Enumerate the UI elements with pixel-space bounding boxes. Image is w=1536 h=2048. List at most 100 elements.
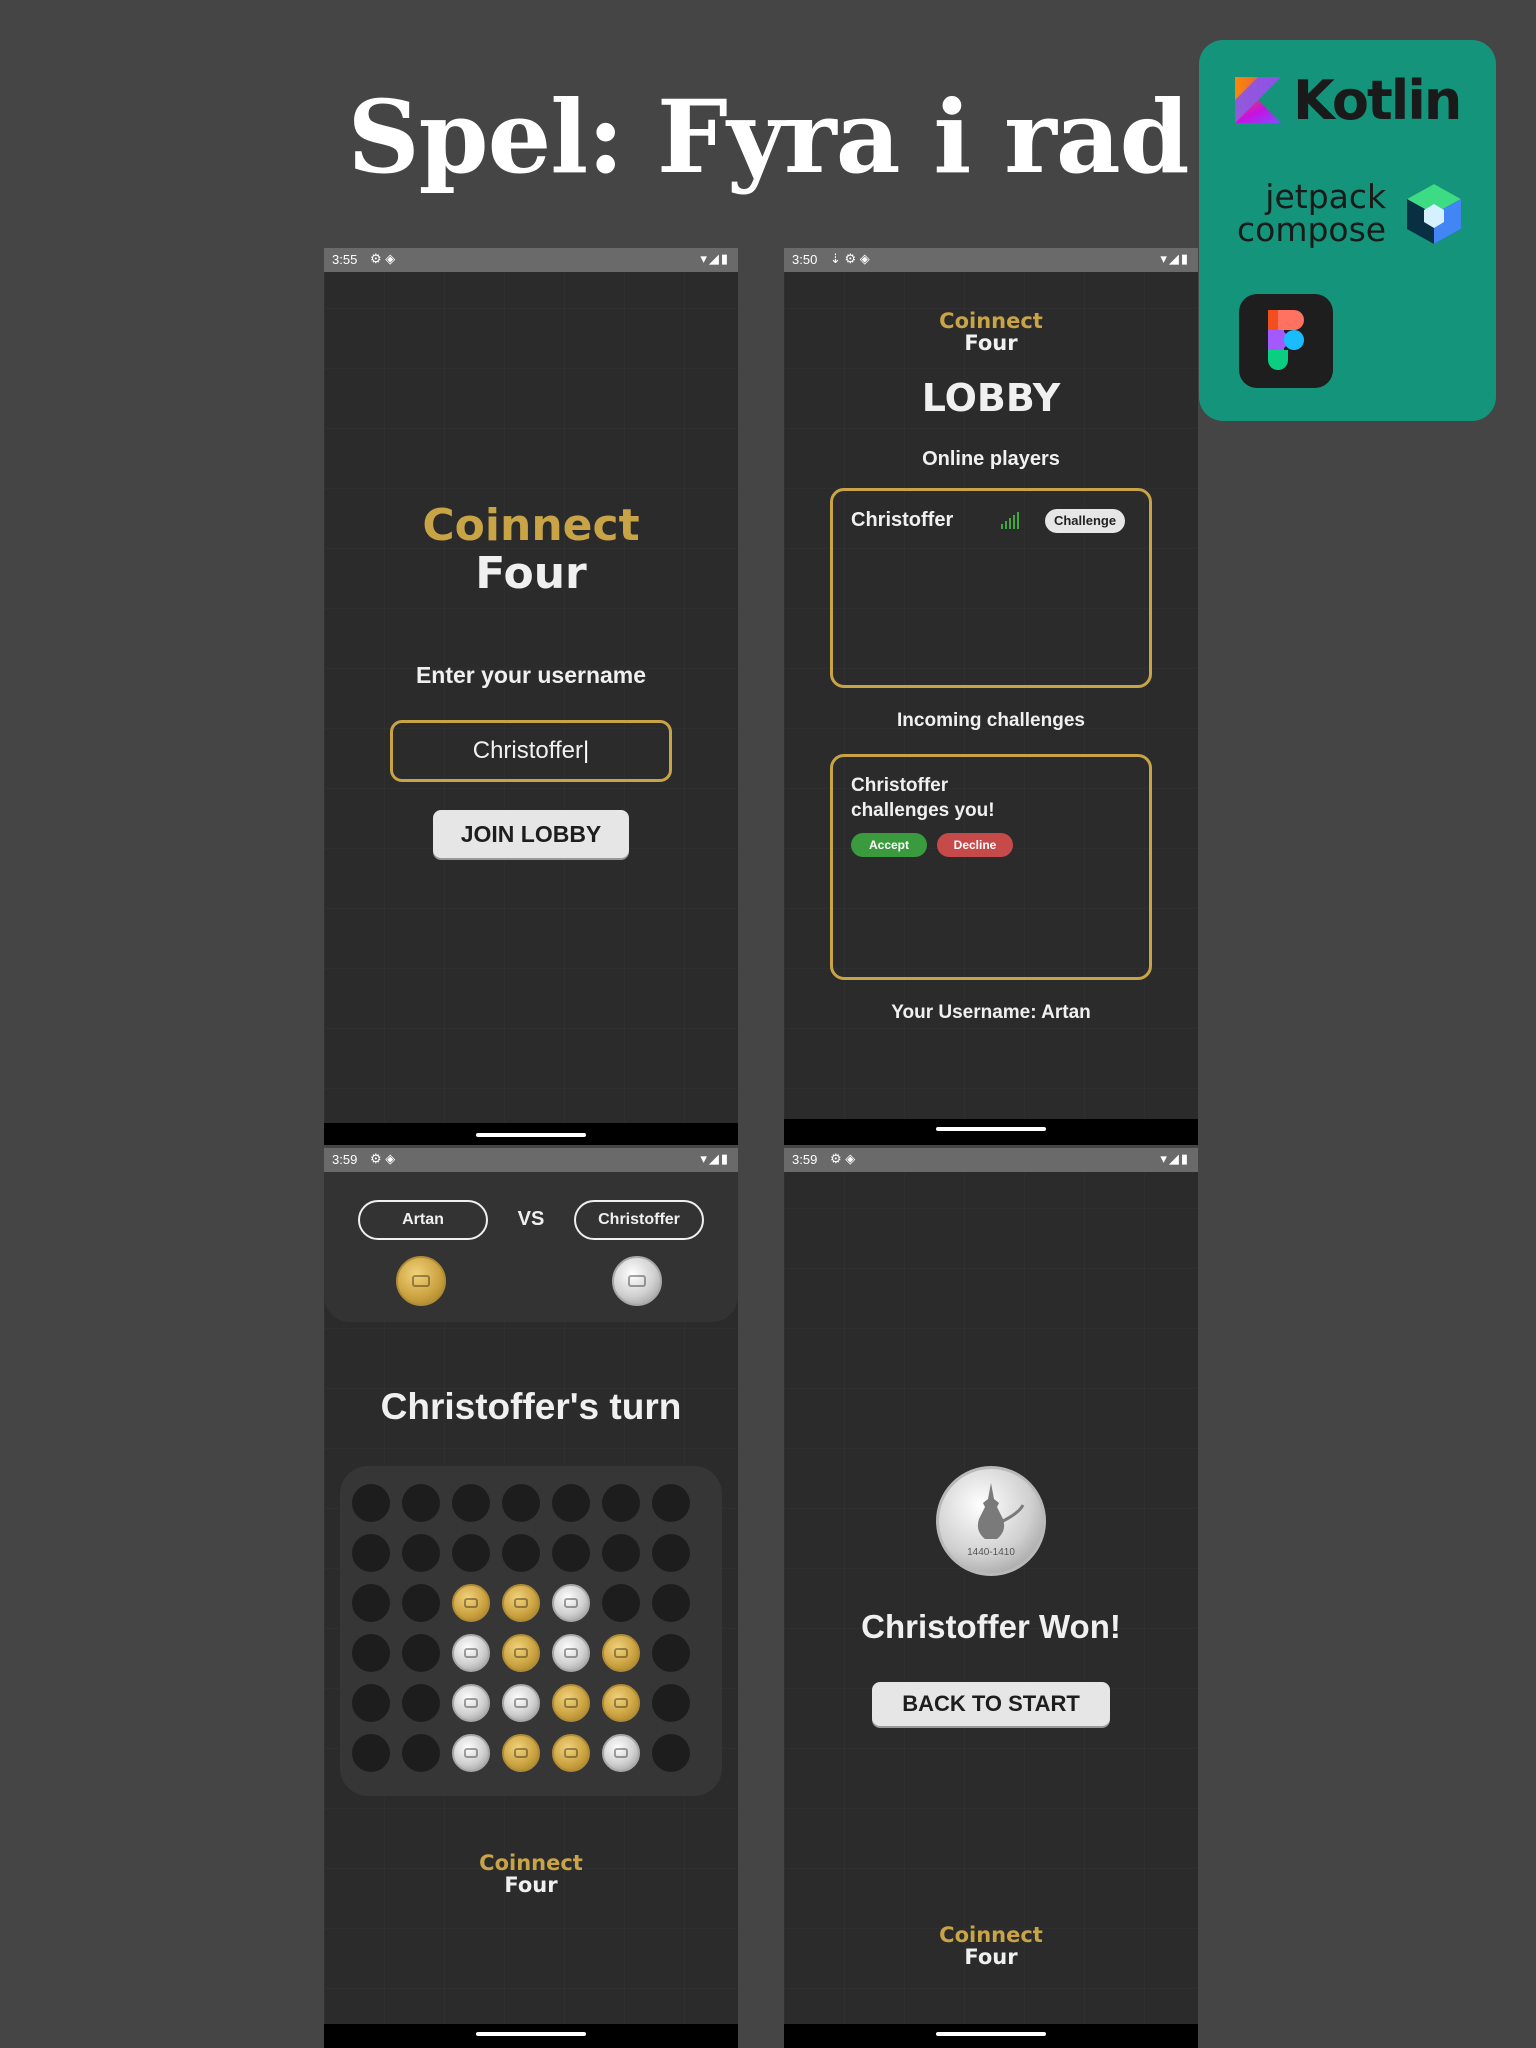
board-slot[interactable]: [652, 1684, 690, 1722]
online-player-name: Christoffer: [851, 509, 954, 531]
online-players-heading: Online players: [922, 448, 1060, 470]
board-slot[interactable]: [352, 1634, 390, 1672]
player1-name: Artan: [358, 1200, 488, 1240]
board-slot[interactable]: [502, 1534, 540, 1572]
silver-coin-icon[interactable]: [552, 1584, 590, 1622]
board-slot[interactable]: [602, 1584, 640, 1622]
logo-line1: Coinnect: [939, 309, 1043, 333]
incoming-challenges-heading: Incoming challenges: [897, 710, 1085, 731]
gold-coin-icon[interactable]: [602, 1634, 640, 1672]
coin-emblem: [464, 1598, 478, 1608]
coin-emblem: [514, 1598, 528, 1608]
board-slot[interactable]: [602, 1484, 640, 1522]
game-board: [340, 1466, 722, 1796]
board-slot[interactable]: [452, 1534, 490, 1572]
coin-emblem: [464, 1748, 478, 1758]
username-input[interactable]: Christoffer |: [390, 720, 672, 782]
board-slot[interactable]: [652, 1734, 690, 1772]
challenge-button[interactable]: Challenge: [1045, 509, 1125, 533]
app-logo: Coinnect Four: [324, 1852, 738, 1896]
coin-inscription: 1440-1410: [967, 1547, 1015, 1558]
coin-emblem: [412, 1275, 430, 1287]
board-slot[interactable]: [352, 1684, 390, 1722]
username-value: Christoffer: [472, 737, 584, 764]
home-indicator[interactable]: [476, 1133, 586, 1137]
board-slot[interactable]: [402, 1534, 440, 1572]
board-slot[interactable]: [452, 1484, 490, 1522]
coin-emblem: [564, 1598, 578, 1608]
board-slot[interactable]: [352, 1584, 390, 1622]
app-logo: Coinnect Four: [784, 310, 1198, 354]
join-lobby-button[interactable]: JOIN LOBBY: [433, 810, 629, 858]
board-slot[interactable]: [402, 1484, 440, 1522]
gold-coin-icon[interactable]: [552, 1734, 590, 1772]
home-indicator[interactable]: [476, 2032, 586, 2036]
player2-coin-icon: [612, 1256, 662, 1306]
username-prompt: Enter your username: [415, 662, 647, 688]
lobby-screen: 3:50 ⇣ ⚙ ◈ ▾◢▮ Coinnect Four LOBBY Onlin…: [784, 248, 1198, 1145]
board-slot[interactable]: [402, 1684, 440, 1722]
app-logo: Coinnect Four: [324, 502, 738, 598]
board-slot[interactable]: [552, 1534, 590, 1572]
settings-icon: ⚙ ◈: [830, 1151, 856, 1166]
board-slot[interactable]: [652, 1584, 690, 1622]
challenge-message: Christoffer challenges you!: [851, 773, 995, 823]
board-slot[interactable]: [652, 1484, 690, 1522]
incoming-challenges-list: Christoffer challenges you! Accept Decli…: [830, 754, 1152, 980]
board-slot[interactable]: [352, 1734, 390, 1772]
status-bar: 3:55 ⚙ ◈ ▾◢▮: [324, 248, 738, 272]
logo-line2: Four: [964, 331, 1018, 355]
board-slot[interactable]: [652, 1634, 690, 1672]
tech-stack-panel: Kotlin jetpack compose: [1199, 40, 1496, 421]
gold-coin-icon[interactable]: [602, 1684, 640, 1722]
lobby-heading: LOBBY: [921, 376, 1061, 420]
gold-coin-icon[interactable]: [502, 1584, 540, 1622]
board-slot[interactable]: [502, 1484, 540, 1522]
board-slot[interactable]: [352, 1534, 390, 1572]
gold-coin-icon[interactable]: [502, 1634, 540, 1672]
nav-bar: [324, 2024, 738, 2048]
settings-icon: ⇣ ⚙ ◈: [830, 251, 870, 266]
silver-coin-icon[interactable]: [602, 1734, 640, 1772]
gold-coin-icon[interactable]: [452, 1584, 490, 1622]
coin-emblem: [514, 1748, 528, 1758]
board-slot[interactable]: [402, 1634, 440, 1672]
coin-emblem: [628, 1275, 646, 1287]
board-slot[interactable]: [652, 1534, 690, 1572]
board-slot[interactable]: [602, 1534, 640, 1572]
home-indicator[interactable]: [936, 1127, 1046, 1131]
nav-bar: [784, 1119, 1198, 1145]
logo-line2: Four: [504, 1873, 558, 1897]
gold-coin-icon[interactable]: [502, 1734, 540, 1772]
back-to-start-button[interactable]: BACK TO START: [872, 1682, 1110, 1726]
silver-coin-icon[interactable]: [452, 1634, 490, 1672]
home-indicator[interactable]: [936, 2032, 1046, 2036]
silver-coin-icon[interactable]: [502, 1684, 540, 1722]
player1-coin-icon: [396, 1256, 446, 1306]
logo-line1: Coinnect: [422, 500, 640, 551]
nav-bar: [324, 1123, 738, 1145]
status-time: 3:55: [332, 252, 358, 267]
nav-bar: [784, 2024, 1198, 2048]
accept-button[interactable]: Accept: [851, 833, 927, 857]
turn-indicator: Christoffer's turn: [380, 1386, 682, 1427]
jetpack-compose-label: jetpack compose: [1237, 180, 1386, 246]
vs-label: VS: [517, 1208, 545, 1230]
coin-emblem: [614, 1748, 628, 1758]
silver-coin-icon[interactable]: [452, 1734, 490, 1772]
decline-button[interactable]: Decline: [937, 833, 1013, 857]
board-slot[interactable]: [552, 1484, 590, 1522]
winner-text: Christoffer Won!: [861, 1608, 1121, 1645]
gold-coin-icon[interactable]: [552, 1684, 590, 1722]
board-slot[interactable]: [352, 1484, 390, 1522]
settings-icon: ⚙ ◈: [370, 1151, 396, 1166]
coin-emblem: [564, 1648, 578, 1658]
silver-coin-icon[interactable]: [452, 1684, 490, 1722]
board-slot[interactable]: [402, 1734, 440, 1772]
jetpack-compose-icon: [1407, 184, 1461, 244]
status-bar: 3:50 ⇣ ⚙ ◈ ▾◢▮: [784, 248, 1198, 272]
silver-coin-icon[interactable]: [552, 1634, 590, 1672]
challenge-text: challenges you!: [851, 800, 995, 821]
board-slot[interactable]: [402, 1584, 440, 1622]
status-time: 3:59: [792, 1152, 818, 1167]
